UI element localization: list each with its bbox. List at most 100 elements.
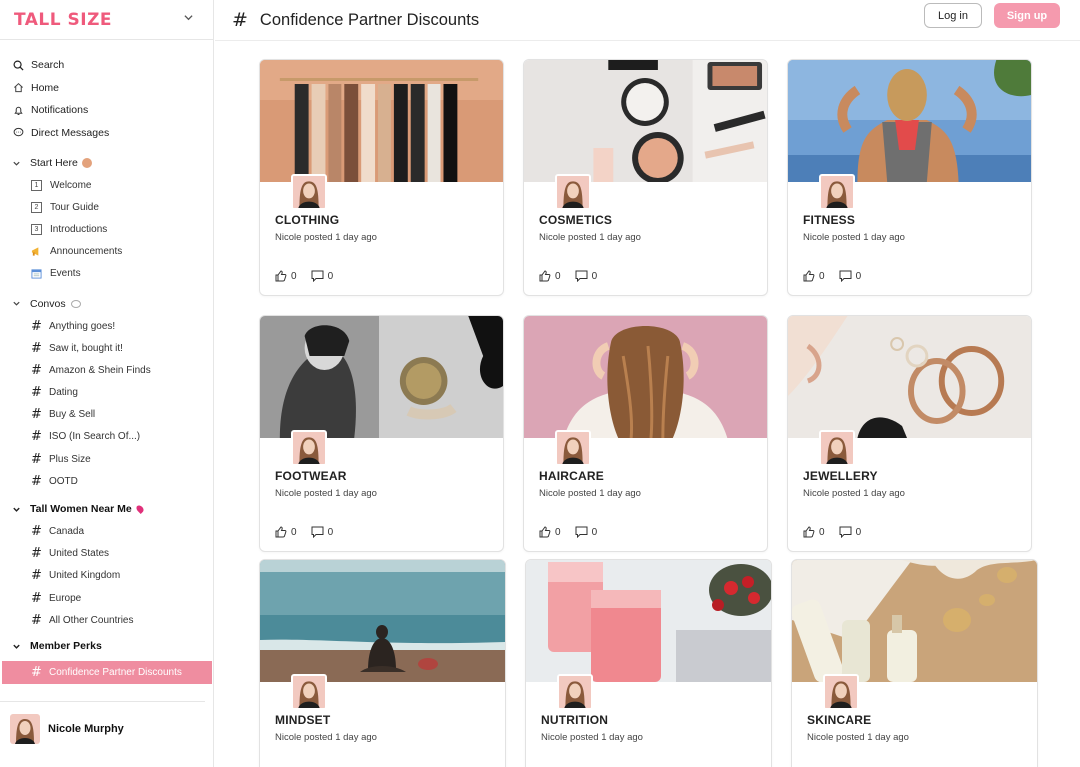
page-title: Confidence Partner Discounts xyxy=(259,10,480,29)
thumbs-up-icon xyxy=(275,270,287,282)
post-card-cosmetics[interactable]: COSMETICS Nicole posted 1 day ago 0 0 xyxy=(523,59,768,296)
sidebar-item-ootd[interactable]: # OOTD xyxy=(0,470,213,492)
post-card-nutrition[interactable]: NUTRITION Nicole posted 1 day ago xyxy=(525,559,772,767)
current-user[interactable]: Nicole Murphy xyxy=(0,701,205,745)
sidebar-item-events[interactable]: Events xyxy=(0,263,213,285)
like-button[interactable]: 0 xyxy=(275,526,297,538)
number-one-icon: 1 xyxy=(31,179,42,191)
card-title: FOOTWEAR xyxy=(275,469,347,483)
wave-hand-icon xyxy=(81,158,92,168)
sidebar-item-announcements[interactable]: Announcements xyxy=(0,241,213,263)
haircare-image xyxy=(524,316,767,438)
like-button[interactable]: 0 xyxy=(803,270,825,282)
fitness-image xyxy=(788,60,1031,182)
sidebar-item-saw-it-bought-it[interactable]: # Saw it, bought it! xyxy=(0,337,213,359)
comment-button[interactable]: 0 xyxy=(311,526,334,538)
item-label: Amazon & Shein Finds xyxy=(49,364,151,376)
card-meta: Nicole posted 1 day ago xyxy=(275,488,377,499)
avatar xyxy=(555,174,591,210)
sidebar-item-europe[interactable]: # Europe xyxy=(0,587,213,609)
hash-icon: # xyxy=(31,612,42,628)
like-button[interactable]: 0 xyxy=(539,526,561,538)
comment-button[interactable]: 0 xyxy=(575,270,597,282)
nav-label: Direct Messages xyxy=(31,126,110,139)
sidebar-item-united-kingdom[interactable]: # United Kingdom xyxy=(0,565,213,587)
item-label: ISO (In Search Of...) xyxy=(49,431,141,443)
post-card-fitness[interactable]: FITNESS Nicole posted 1 day ago 0 0 xyxy=(787,59,1032,296)
nav-search[interactable]: Search xyxy=(0,54,213,77)
section-tall-women-near-me[interactable]: Tall Women Near Me xyxy=(0,498,213,520)
post-card-footwear[interactable]: FOOTWEAR Nicole posted 1 day ago 0 0 xyxy=(259,315,504,552)
card-actions: 0 0 xyxy=(275,270,347,282)
thumbs-up-icon xyxy=(275,526,287,538)
card-meta: Nicole posted 1 day ago xyxy=(807,732,909,743)
comment-count: 0 xyxy=(327,526,334,538)
like-button[interactable]: 0 xyxy=(275,270,297,282)
sidebar-item-tour-guide[interactable]: 2 Tour Guide xyxy=(0,196,213,218)
hash-icon: # xyxy=(31,407,42,423)
nav-notifications[interactable]: Notifications xyxy=(0,99,213,122)
sidebar-item-other-countries[interactable]: # All Other Countries xyxy=(0,609,213,631)
item-label: Tour Guide xyxy=(50,201,99,213)
sidebar-item-amazon-shein[interactable]: # Amazon & Shein Finds xyxy=(0,359,213,381)
signup-button[interactable]: Sign up xyxy=(994,3,1060,28)
chevron-down-icon[interactable] xyxy=(184,13,193,22)
item-label: Buy & Sell xyxy=(49,409,96,421)
thumbs-up-icon xyxy=(539,270,551,282)
post-card-clothing[interactable]: CLOTHING Nicole posted 1 day ago 0 0 xyxy=(259,59,504,296)
logo[interactable]: TALL SIZE xyxy=(14,10,112,30)
thumbs-up-icon xyxy=(539,526,551,538)
section-convos[interactable]: Convos xyxy=(0,293,213,315)
sidebar-item-introductions[interactable]: 3 Introductions xyxy=(0,218,213,240)
item-label: Saw it, bought it! xyxy=(49,342,123,354)
card-title: MINDSET xyxy=(275,713,331,727)
login-button[interactable]: Log in xyxy=(924,3,982,28)
section-member-perks[interactable]: Member Perks xyxy=(0,635,213,657)
post-card-mindset[interactable]: MINDSET Nicole posted 1 day ago xyxy=(259,559,506,767)
calendar-icon xyxy=(31,268,42,279)
thumbs-up-icon xyxy=(803,526,815,538)
avatar xyxy=(819,174,855,210)
item-label: Europe xyxy=(49,592,82,604)
avatar xyxy=(10,713,40,744)
card-title: HAIRCARE xyxy=(539,469,604,483)
main-nav: Search Home Notifications Direct Message… xyxy=(0,40,213,684)
comment-button[interactable]: 0 xyxy=(575,526,597,538)
post-card-haircare[interactable]: HAIRCARE Nicole posted 1 day ago 0 0 xyxy=(523,315,768,552)
hash-icon: # xyxy=(31,524,42,540)
sidebar-item-buy-sell[interactable]: # Buy & Sell xyxy=(0,404,213,426)
section-start-here[interactable]: Start Here xyxy=(0,152,213,174)
hash-icon: # xyxy=(31,340,42,356)
sidebar-item-canada[interactable]: # Canada xyxy=(0,520,213,542)
chevron-down-icon xyxy=(13,507,20,512)
sidebar-item-anything-goes[interactable]: # Anything goes! xyxy=(0,315,213,337)
sidebar-item-confidence-partner-discounts[interactable]: # Confidence Partner Discounts xyxy=(2,661,212,684)
avatar xyxy=(291,174,327,210)
megaphone-icon xyxy=(31,246,42,257)
like-count: 0 xyxy=(819,526,825,538)
hash-icon: # xyxy=(31,451,42,467)
post-card-skincare[interactable]: SKINCARE Nicole posted 1 day ago xyxy=(791,559,1038,767)
hash-icon: # xyxy=(31,568,42,584)
comment-count: 0 xyxy=(855,270,862,282)
like-button[interactable]: 0 xyxy=(803,526,825,538)
comment-button[interactable]: 0 xyxy=(839,270,862,282)
sidebar-item-plus-size[interactable]: # Plus Size xyxy=(0,448,213,470)
sidebar-item-united-states[interactable]: # United States xyxy=(0,543,213,565)
comment-button[interactable]: 0 xyxy=(839,526,861,538)
item-label: Confidence Partner Discounts xyxy=(49,666,182,678)
like-button[interactable]: 0 xyxy=(539,270,561,282)
card-actions: 0 0 xyxy=(539,526,611,538)
sidebar-item-iso[interactable]: # ISO (In Search Of...) xyxy=(0,426,213,448)
comment-button[interactable]: 0 xyxy=(311,270,333,282)
mindset-image xyxy=(260,560,505,682)
like-count: 0 xyxy=(291,270,297,282)
comment-icon xyxy=(311,270,324,282)
post-card-jewellery[interactable]: JEWELLERY Nicole posted 1 day ago 0 0 xyxy=(787,315,1032,552)
sidebar-item-dating[interactable]: # Dating xyxy=(0,382,213,404)
sidebar-item-welcome[interactable]: 1 Welcome xyxy=(0,174,213,196)
nav-direct-messages[interactable]: Direct Messages xyxy=(0,122,213,145)
card-meta: Nicole posted 1 day ago xyxy=(275,732,377,743)
nav-home[interactable]: Home xyxy=(0,77,213,100)
bell-icon xyxy=(12,104,24,116)
